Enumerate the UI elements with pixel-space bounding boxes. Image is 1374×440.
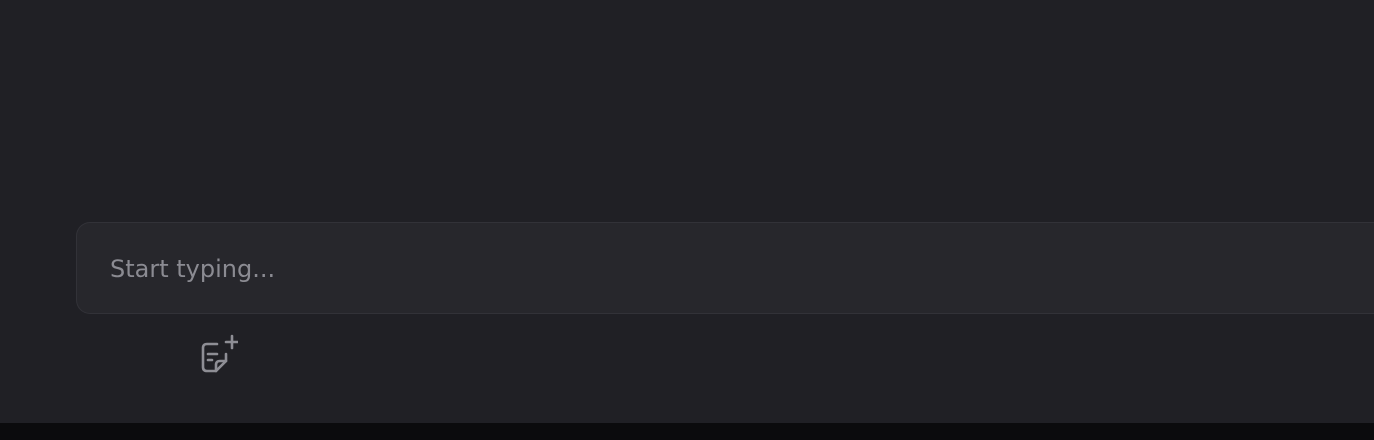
message-input[interactable] (110, 249, 1310, 289)
new-note-button[interactable] (196, 332, 240, 376)
bottom-bar (0, 423, 1374, 440)
message-composer[interactable] (76, 222, 1374, 314)
note-plus-icon (201, 334, 238, 373)
chat-window (0, 0, 1374, 423)
